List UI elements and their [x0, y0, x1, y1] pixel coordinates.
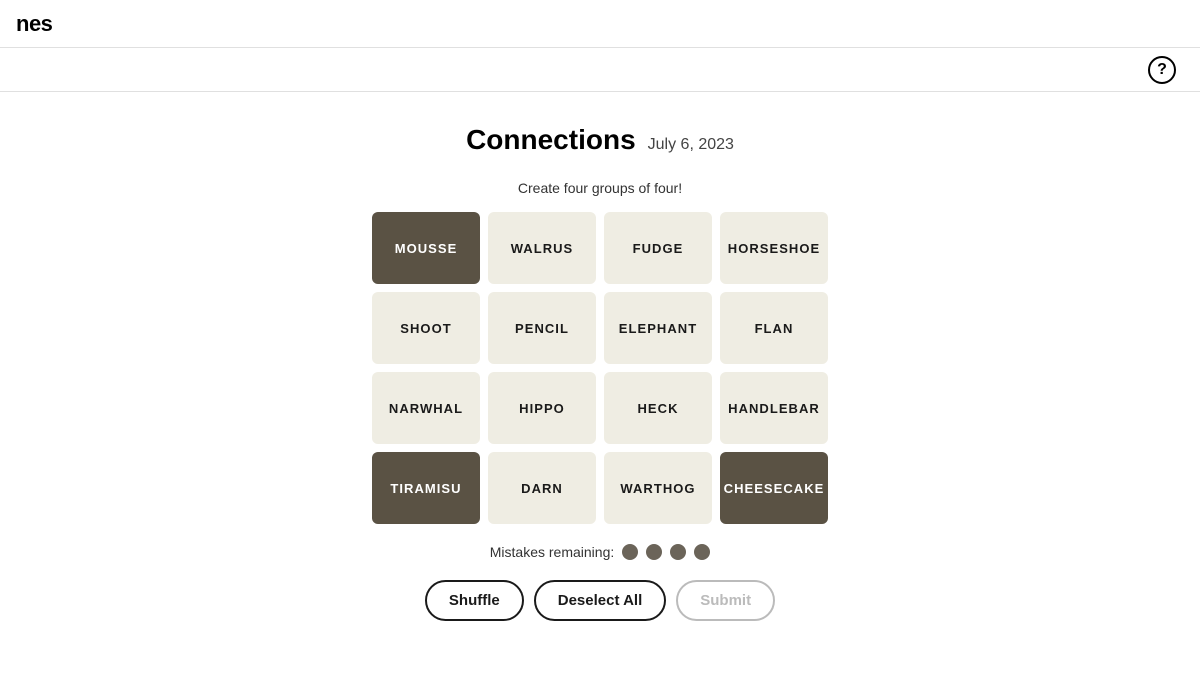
- nav-title: nes: [16, 11, 52, 37]
- tile-darn[interactable]: DARN: [488, 452, 596, 524]
- mistake-dot-2: [646, 544, 662, 560]
- buttons-row: Shuffle Deselect All Submit: [425, 580, 775, 621]
- shuffle-button[interactable]: Shuffle: [425, 580, 524, 621]
- mistakes-label: Mistakes remaining:: [490, 544, 615, 560]
- tile-flan[interactable]: FLAN: [720, 292, 828, 364]
- tile-tiramisu[interactable]: TIRAMISU: [372, 452, 480, 524]
- secondary-nav: ?: [0, 48, 1200, 92]
- main-content: Connections July 6, 2023 Create four gro…: [0, 92, 1200, 645]
- mistake-dot-4: [694, 544, 710, 560]
- tile-handlebar[interactable]: HANDLEBAR: [720, 372, 828, 444]
- submit-button[interactable]: Submit: [676, 580, 775, 621]
- tile-cheesecake[interactable]: CHEESECAKE: [720, 452, 828, 524]
- top-nav: nes: [0, 0, 1200, 48]
- tile-grid: MOUSSEWALRUSFUDGEHORSESHOE SHOOTPENCILELE…: [372, 212, 828, 524]
- tile-shoot[interactable]: SHOOT: [372, 292, 480, 364]
- tile-warthog[interactable]: WARTHOG: [604, 452, 712, 524]
- tile-walrus[interactable]: WALRUS: [488, 212, 596, 284]
- game-title: Connections: [466, 124, 636, 156]
- tile-mousse[interactable]: MOUSSE: [372, 212, 480, 284]
- tile-elephant[interactable]: ELEPHANT: [604, 292, 712, 364]
- mistake-dot-1: [622, 544, 638, 560]
- tile-horseshoe[interactable]: HORSESHOE: [720, 212, 828, 284]
- subtitle: Create four groups of four!: [518, 180, 682, 196]
- tile-heck[interactable]: HECK: [604, 372, 712, 444]
- game-date: July 6, 2023: [648, 136, 734, 154]
- tile-pencil[interactable]: PENCIL: [488, 292, 596, 364]
- mistakes-row: Mistakes remaining:: [490, 544, 711, 560]
- help-icon[interactable]: ?: [1148, 56, 1176, 84]
- tile-hippo[interactable]: HIPPO: [488, 372, 596, 444]
- tile-fudge[interactable]: FUDGE: [604, 212, 712, 284]
- mistake-dot-3: [670, 544, 686, 560]
- game-header: Connections July 6, 2023: [466, 124, 734, 156]
- tile-narwhal[interactable]: NARWHAL: [372, 372, 480, 444]
- deselect-all-button[interactable]: Deselect All: [534, 580, 667, 621]
